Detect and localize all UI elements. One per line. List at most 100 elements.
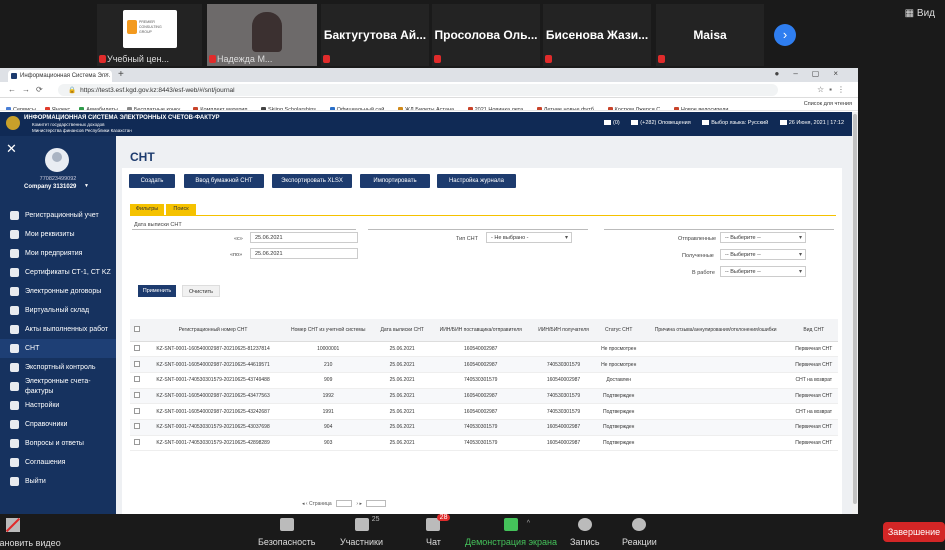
column-header[interactable]: Дата выписки СНТ — [374, 319, 431, 342]
sidebar-item[interactable]: Регистрационный учет — [0, 206, 116, 225]
table-row[interactable]: KZ-SNT-0001-160540002987-20210625-432426… — [130, 403, 838, 420]
share-screen-button[interactable]: ^ Демонстрация экрана — [465, 518, 557, 547]
sidebar-item[interactable]: Электронные договоры — [0, 282, 116, 301]
bookmark-item[interactable]: Сервисы — [6, 104, 36, 110]
browser-tab[interactable]: Информационная Система Эл... × — [8, 70, 112, 82]
participant-tile[interactable]: Просолова Оль... — [432, 4, 540, 66]
date-from-input[interactable]: 25.06.2021 — [250, 232, 358, 243]
table-cell[interactable]: KZ-SNT-0001-160540002987-20210625-432426… — [144, 403, 283, 420]
language-selector[interactable]: Выбор языка: Русский — [702, 120, 768, 126]
page-scrollbar[interactable] — [852, 112, 858, 514]
tab-close-icon[interactable]: × — [105, 72, 109, 79]
sidebar-item[interactable]: Вопросы и ответы — [0, 434, 116, 453]
end-meeting-button[interactable]: Завершение — [883, 522, 945, 542]
column-header[interactable]: ИИН/БИН поставщика/отправителя — [430, 319, 532, 342]
bookmark-item[interactable]: 2021 Новинка лета... — [467, 104, 528, 110]
reactions-button[interactable]: Реакции — [622, 518, 657, 547]
sidebar-item[interactable]: Электронные счета-фактуры — [0, 377, 116, 396]
bookmark-item[interactable]: Летние новые футб... — [536, 104, 599, 110]
export-xlsx-button[interactable]: Экспортировать XLSX — [272, 174, 352, 188]
table-cell[interactable]: KZ-SNT-0001-160540002987-20210625-446195… — [144, 356, 283, 373]
url-field[interactable]: 🔒 https://test3.esf.kgd.gov.kz:8443/esf-w… — [58, 84, 778, 96]
sidebar-item[interactable]: Экспортный контроль — [0, 358, 116, 377]
inwork-select[interactable]: -- Выберите -- — [720, 266, 806, 277]
company-selector[interactable]: Company 3131029 — [24, 184, 76, 190]
table-row[interactable]: KZ-SNT-0001-160540002987-20210625-812378… — [130, 341, 838, 358]
bookmark-item[interactable]: Комплект материп... — [193, 104, 252, 110]
security-button[interactable]: Безопасность — [258, 518, 315, 547]
sidebar-item[interactable]: Акты выполненных работ — [0, 320, 116, 339]
notifications-link[interactable]: (+282) Оповещения — [631, 120, 691, 126]
chat-button[interactable]: 28 Чат — [426, 514, 451, 547]
sent-select[interactable]: -- Выберите -- — [720, 232, 806, 243]
next-page-arrow-icon[interactable]: › — [774, 24, 796, 46]
create-button[interactable]: Создать — [129, 174, 175, 188]
participant-tile-video[interactable]: Надежда М... — [207, 4, 317, 66]
sidebar-item[interactable]: Виртуальный склад — [0, 301, 116, 320]
chevron-down-icon[interactable]: ▼ — [84, 183, 89, 189]
column-header[interactable]: Номер СНТ из учетной системы — [282, 319, 375, 342]
sidebar-item[interactable]: Мои предприятия — [0, 244, 116, 263]
participant-tile[interactable]: PREMIER CONSULTING GROUP Учебный цен... — [97, 4, 202, 66]
participant-tile[interactable]: Бактугутова Ай... — [321, 4, 429, 66]
window-controls[interactable]: ●–▢× — [774, 69, 852, 78]
participants-button[interactable]: 25 Участники — [340, 516, 383, 547]
table-cell[interactable]: KZ-SNT-0001-160540002987-20210625-434775… — [144, 388, 283, 405]
journal-settings-button[interactable]: Настройка журнала — [437, 174, 516, 188]
column-header[interactable]: ИИН/БИН получателя — [531, 319, 596, 342]
bookmark-item[interactable]: Официальный сай... — [329, 104, 389, 110]
clear-button[interactable]: Очистить — [182, 285, 220, 297]
table-cell[interactable]: KZ-SNT-0001-740530301579-20210625-430376… — [144, 419, 283, 436]
table-row[interactable]: KZ-SNT-0001-740530301579-20210625-428982… — [130, 435, 838, 452]
participant-tile[interactable]: Бисенова Жази... — [543, 4, 651, 66]
select-all-checkbox[interactable] — [130, 319, 144, 342]
date-to-input[interactable]: 25.06.2021 — [250, 248, 358, 259]
apply-button[interactable]: Применить — [138, 285, 176, 297]
bookmark-item[interactable]: Яндекс — [44, 104, 70, 110]
row-checkbox[interactable] — [130, 356, 144, 373]
column-header[interactable]: Регистрационный номер СНТ — [144, 319, 283, 342]
extensions-icon[interactable]: ☆▪⋮ — [817, 85, 850, 94]
row-checkbox[interactable] — [130, 372, 144, 389]
per-page-select[interactable] — [366, 500, 387, 507]
table-cell[interactable]: KZ-SNT-0001-740530301579-20210625-437494… — [144, 372, 283, 389]
paper-snt-button[interactable]: Ввод бумажной СНТ — [184, 174, 264, 188]
table-cell[interactable]: KZ-SNT-0001-740530301579-20210625-428982… — [144, 435, 283, 452]
view-button[interactable]: ▦ Вид — [905, 8, 935, 19]
received-select[interactable]: -- Выберите -- — [720, 249, 806, 260]
tab-search[interactable]: Поиск — [166, 204, 196, 215]
table-row[interactable]: KZ-SNT-0001-740530301579-20210625-430376… — [130, 419, 838, 436]
sidebar-item[interactable]: Сертификаты СТ-1, СТ KZ — [0, 263, 116, 282]
sidebar-item[interactable]: Справочники — [0, 415, 116, 434]
bookmark-item[interactable]: Бесплатные конку... — [126, 104, 184, 110]
sidebar-item[interactable]: СНТ — [0, 339, 116, 358]
new-tab-icon[interactable]: + — [118, 69, 124, 80]
table-row[interactable]: KZ-SNT-0001-160540002987-20210625-434775… — [130, 388, 838, 405]
table-row[interactable]: KZ-SNT-0001-740530301579-20210625-437494… — [130, 372, 838, 389]
page-input[interactable] — [336, 500, 353, 507]
nav-buttons[interactable]: ←→⟳ — [8, 85, 49, 94]
bookmark-item[interactable]: Авиабилеты — [79, 104, 118, 110]
record-button[interactable]: Запись — [570, 518, 600, 547]
stop-video-button[interactable]: Остановить видео — [0, 514, 61, 550]
participant-tile[interactable]: Maisa — [656, 4, 764, 66]
row-checkbox[interactable] — [130, 341, 144, 358]
table-row[interactable]: KZ-SNT-0001-160540002987-20210625-446195… — [130, 356, 838, 373]
close-sidebar-icon[interactable]: ✕ — [6, 141, 17, 157]
bookmark-item[interactable]: Костюм Джерси С... — [607, 104, 665, 110]
row-checkbox[interactable] — [130, 419, 144, 436]
row-checkbox[interactable] — [130, 435, 144, 452]
tab-filters[interactable]: Фильтры — [130, 204, 164, 215]
bookmark-item[interactable]: Новое велосипеди... — [673, 104, 733, 110]
row-checkbox[interactable] — [130, 388, 144, 405]
bookmark-item[interactable]: ЖД Билеты Астана... — [397, 104, 459, 110]
bookmark-item[interactable]: Skiing Scholarships... — [261, 104, 321, 110]
type-select[interactable]: - Не выбрано - — [486, 232, 572, 243]
column-header[interactable]: Причина отзыва/аннулирования/отклонения/… — [641, 319, 790, 342]
column-header[interactable]: Статус СНТ — [595, 319, 642, 342]
import-button[interactable]: Импортировать — [360, 174, 430, 188]
sidebar-item[interactable]: Мои реквизиты — [0, 225, 116, 244]
reading-list-link[interactable]: Список для чтения — [804, 98, 852, 110]
messages-link[interactable]: (0) — [604, 120, 620, 126]
sidebar-item[interactable]: Настройки — [0, 396, 116, 415]
